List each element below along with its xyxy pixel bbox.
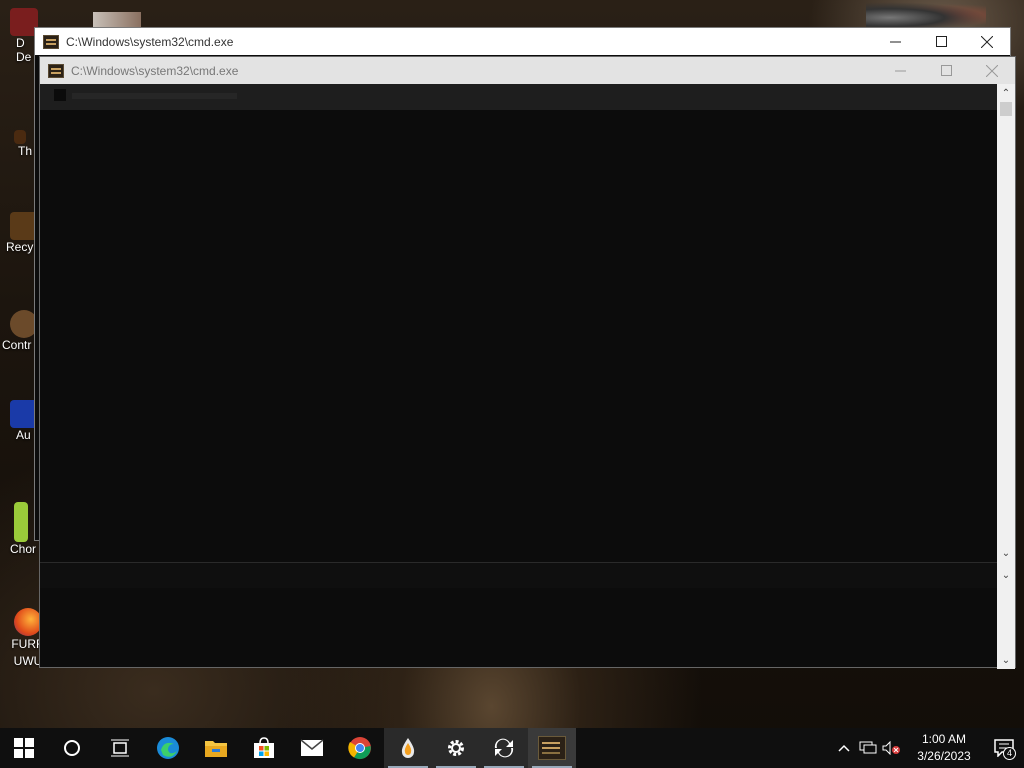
minimize-icon xyxy=(889,41,901,43)
folder-icon xyxy=(205,741,227,757)
desktop-thumbnail xyxy=(93,12,141,27)
chor-app-icon xyxy=(14,502,28,542)
search-button[interactable] xyxy=(48,728,96,768)
mail-icon xyxy=(300,739,324,756)
clock[interactable]: 1:00 AM 3/26/2023 xyxy=(904,731,984,765)
console-glyph xyxy=(54,89,66,101)
cmd-button[interactable] xyxy=(528,728,576,768)
network-button[interactable] xyxy=(856,728,880,768)
window-title: C:\Windows\system32\cmd.exe xyxy=(71,63,239,78)
sync-icon xyxy=(494,738,514,758)
maximize-icon xyxy=(940,65,952,76)
gear-icon xyxy=(448,740,464,756)
minimize-icon xyxy=(894,70,906,72)
chrome-button[interactable] xyxy=(336,728,384,768)
console-output[interactable] xyxy=(40,110,997,562)
edge-button[interactable] xyxy=(144,728,192,768)
water-drop-app-button[interactable] xyxy=(384,728,432,768)
minimize-button[interactable] xyxy=(877,57,923,84)
maximize-icon xyxy=(935,36,947,47)
maximize-button[interactable] xyxy=(918,28,964,55)
mail-button[interactable] xyxy=(288,728,336,768)
console-lower-pane[interactable] xyxy=(40,588,997,667)
app-icon xyxy=(14,130,26,144)
title-bar[interactable]: C:\Windows\system32\cmd.exe xyxy=(40,57,1015,84)
notification-count-badge: 4 xyxy=(1003,747,1016,760)
network-icon xyxy=(859,741,877,754)
cmd-window-foreground[interactable]: C:\Windows\system32\cmd.exe ⌃ ⌄ ⌄ ⌄ xyxy=(39,56,1016,669)
scroll-down-arrow[interactable]: ⌄ xyxy=(997,568,1015,582)
volume-button[interactable] xyxy=(880,728,904,768)
scroll-up-arrow[interactable]: ⌃ xyxy=(997,86,1015,100)
close-icon xyxy=(981,35,993,48)
maximize-button[interactable] xyxy=(923,57,969,84)
clock-date: 3/26/2023 xyxy=(917,749,971,763)
chrome-icon xyxy=(348,737,371,760)
close-button[interactable] xyxy=(964,28,1010,55)
sync-app-button[interactable] xyxy=(480,728,528,768)
file-explorer-button[interactable] xyxy=(192,728,240,768)
lower-scrollbar[interactable]: ⌄ ⌄ xyxy=(997,562,1015,669)
close-icon xyxy=(986,64,998,77)
desktop-icon-label: Chor xyxy=(10,542,37,556)
drop-icon xyxy=(401,738,415,758)
scroll-down-arrow[interactable]: ⌄ xyxy=(997,546,1015,560)
volume-muted-icon xyxy=(882,741,900,755)
console-text-placeholder xyxy=(72,93,237,99)
store-icon xyxy=(254,737,274,758)
edge-icon xyxy=(157,737,179,759)
cmd-icon xyxy=(43,34,59,49)
start-button[interactable] xyxy=(0,728,48,768)
wallpaper-ornament xyxy=(866,2,986,28)
task-view-icon xyxy=(111,739,129,757)
taskbar: 1:00 AM 3/26/2023 4 xyxy=(0,728,1024,768)
cmd-icon xyxy=(538,736,566,760)
cmd-icon xyxy=(48,63,64,78)
upper-scrollbar[interactable]: ⌃ ⌄ xyxy=(997,84,1015,562)
show-hidden-icons-button[interactable] xyxy=(832,728,856,768)
system-tray: 1:00 AM 3/26/2023 4 xyxy=(832,728,1024,768)
close-button[interactable] xyxy=(969,57,1015,84)
scroll-down-arrow[interactable]: ⌄ xyxy=(997,653,1015,667)
window-title: C:\Windows\system32\cmd.exe xyxy=(66,34,234,49)
minimize-button[interactable] xyxy=(872,28,918,55)
action-center-button[interactable]: 4 xyxy=(984,728,1024,768)
store-button[interactable] xyxy=(240,728,288,768)
console-header xyxy=(40,84,997,110)
clock-time: 1:00 AM xyxy=(921,732,967,746)
cortana-circle-icon xyxy=(64,740,80,756)
desktop-icon-firefox[interactable]: FURR UWU xyxy=(0,608,45,670)
windows-icon xyxy=(14,738,34,758)
settings-button[interactable] xyxy=(432,728,480,768)
title-bar[interactable]: C:\Windows\system32\cmd.exe xyxy=(35,28,1010,55)
scroll-thumb[interactable] xyxy=(1000,102,1012,116)
task-view-button[interactable] xyxy=(96,728,144,768)
firefox-icon xyxy=(14,608,42,636)
chevron-up-icon xyxy=(838,744,850,752)
console-separator xyxy=(40,562,997,589)
